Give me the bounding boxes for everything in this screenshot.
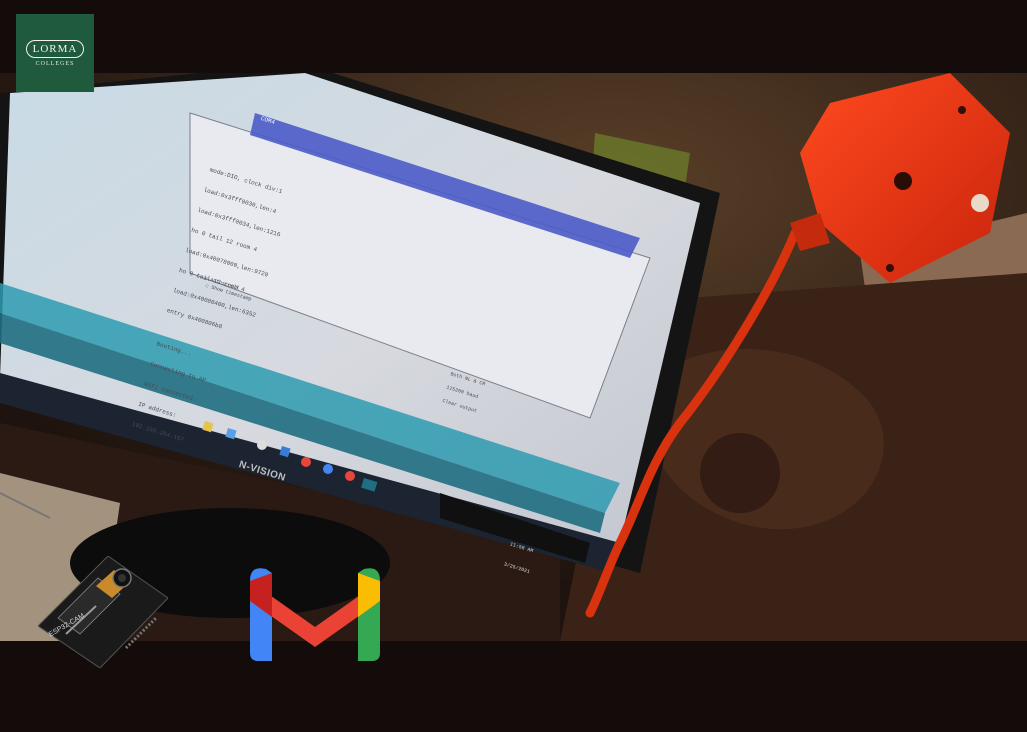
clear-output-button[interactable]: Clear output [442,398,478,414]
lorma-logo: LORMA COLLEGES [16,14,94,92]
logo-sub: COLLEGES [35,60,75,67]
taskbar-date: 3/25/2021 [503,561,531,576]
gmail-logo-icon [250,568,380,661]
logo-name: LORMA [25,39,85,58]
taskbar-time: 11:58 AM [509,541,534,555]
top-band [0,0,1027,73]
esp32-cam-board-icon [38,556,168,668]
